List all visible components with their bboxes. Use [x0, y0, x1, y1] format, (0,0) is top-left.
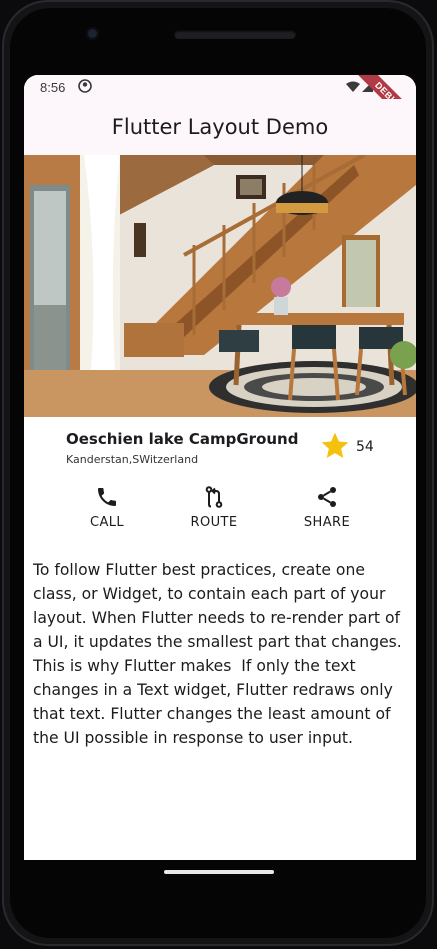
star-icon[interactable]: [319, 430, 351, 462]
hero-image: [24, 155, 416, 417]
home-indicator[interactable]: [164, 870, 274, 874]
share-button[interactable]: SHARE: [287, 485, 367, 533]
status-time: 8:56: [40, 80, 66, 95]
notification-icon: [78, 79, 92, 93]
front-camera: [86, 27, 99, 40]
share-icon: [318, 487, 336, 507]
app-title: Flutter Layout Demo: [111, 115, 329, 139]
place-name: Oeschien lake CampGround: [66, 430, 299, 448]
earpiece-speaker: [174, 30, 296, 39]
star-count: 54: [356, 439, 374, 455]
place-location: Kanderstan,SWitzerland: [66, 453, 199, 466]
wifi-icon: [346, 81, 360, 92]
button-section: CALL ROUTE SHARE: [24, 485, 416, 533]
call-label: CALL: [89, 515, 125, 530]
call-button[interactable]: CALL: [67, 485, 147, 533]
description-text: To follow Flutter best practices, create…: [33, 561, 407, 747]
phone-icon: [98, 488, 116, 506]
title-section: Oeschien lake CampGround Kanderstan,SWit…: [24, 417, 416, 475]
route-button[interactable]: ROUTE: [174, 485, 254, 533]
route-label: ROUTE: [190, 515, 238, 530]
route-icon: [205, 486, 223, 508]
app-bar: Flutter Layout Demo: [24, 99, 416, 155]
app-screen: 8:56 DEBUG Flutter Layout Demo Oeschien …: [24, 75, 416, 860]
status-bar: 8:56 DEBUG: [24, 75, 416, 140]
share-label: SHARE: [303, 515, 351, 530]
